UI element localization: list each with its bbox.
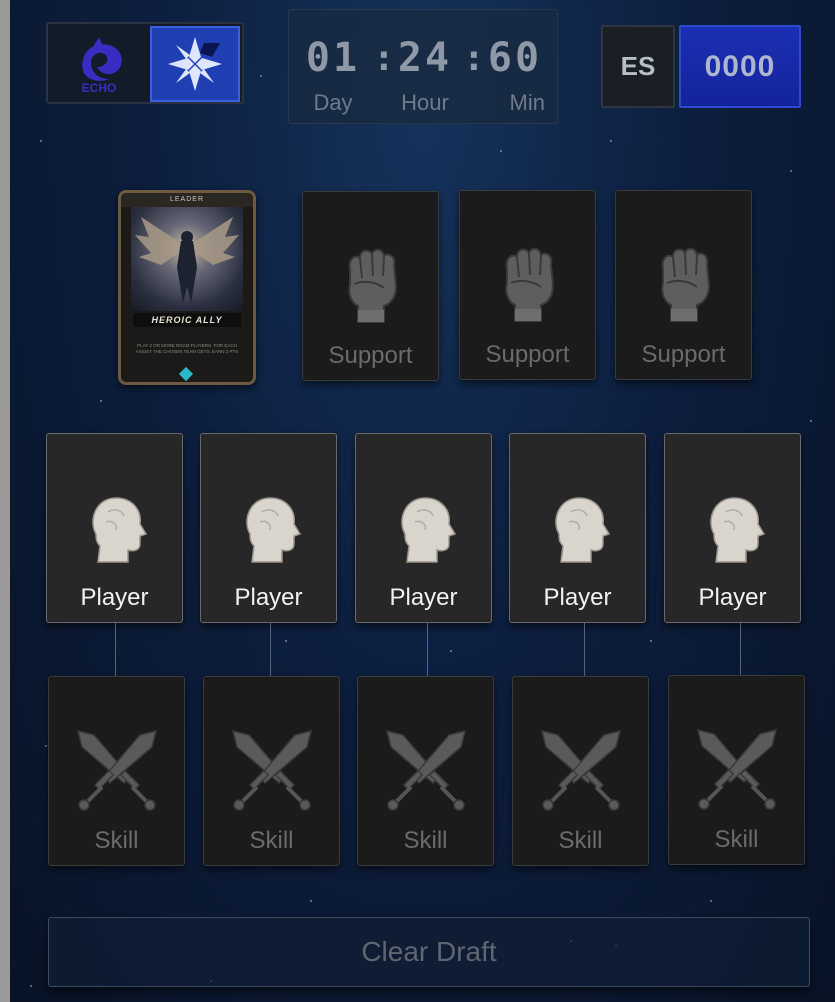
player-slot[interactable]: Player: [200, 433, 337, 623]
player-slot[interactable]: Player: [509, 433, 646, 623]
timer-hour-label: Hour: [401, 90, 449, 115]
player-slot-label: Player: [234, 584, 303, 611]
language-button[interactable]: ES: [601, 25, 675, 108]
player-slot-label: Player: [80, 584, 149, 611]
timer-separator: :: [373, 38, 395, 79]
svg-text:ECHO: ECHO: [82, 81, 117, 95]
head-icon: [47, 494, 182, 564]
leader-card-art: [131, 207, 243, 311]
team-logo[interactable]: [150, 26, 240, 102]
skill-slot-label: Skill: [403, 827, 448, 854]
player-skill-connector: [270, 623, 271, 676]
player-skill-connector: [115, 623, 116, 676]
skill-slot[interactable]: Skill: [48, 676, 185, 866]
support-slot-label: Support: [328, 342, 413, 369]
timer-hour-value: 24: [397, 35, 453, 81]
player-skill-connector: [740, 623, 741, 676]
fist-icon: [460, 241, 595, 325]
crossed-swords-icon: [513, 727, 648, 813]
player-skill-connector: [427, 623, 428, 676]
skill-slot-label: Skill: [94, 827, 139, 854]
player-slot[interactable]: Player: [355, 433, 492, 623]
skill-slot[interactable]: Skill: [357, 676, 494, 866]
echo-orca-logo-icon: ECHO: [82, 37, 122, 95]
timer-min-label: Min: [509, 90, 545, 115]
player-slot-label: Player: [543, 584, 612, 611]
countdown-timer: 01 Day : 24 Hour : 60 Min: [288, 9, 558, 124]
skill-slot[interactable]: Skill: [668, 675, 805, 865]
fist-icon: [303, 242, 438, 326]
player-slot[interactable]: Player: [46, 433, 183, 623]
player-slot-label: Player: [389, 584, 458, 611]
crossed-swords-icon: [358, 727, 493, 813]
left-rail: [0, 0, 10, 1002]
timer-min-value: 60: [487, 35, 543, 81]
leader-card-label: LEADER: [121, 193, 253, 207]
winged-hero-image: [135, 217, 239, 303]
fist-icon: [616, 241, 751, 325]
crossed-swords-icon: [669, 726, 804, 812]
team-star-logo-icon: [168, 37, 222, 91]
player-slot-label: Player: [698, 584, 767, 611]
support-slot-label: Support: [641, 341, 726, 368]
clear-draft-button[interactable]: Clear Draft: [48, 917, 810, 987]
echo-logo: ECHO: [52, 28, 146, 100]
timer-day-value: 01: [305, 35, 361, 81]
gem-icon: [178, 366, 194, 382]
skill-slot[interactable]: Skill: [512, 676, 649, 866]
head-icon: [510, 494, 645, 564]
crossed-swords-icon: [49, 727, 184, 813]
support-slot[interactable]: Support: [615, 190, 752, 380]
leader-card-description: PLAY 2 OR MORE ROAM PLAYERS. FOR EACH AS…: [135, 343, 239, 354]
timer-day-label: Day: [313, 90, 353, 115]
skill-slot-label: Skill: [249, 827, 294, 854]
head-icon: [201, 494, 336, 564]
points-counter: 0000: [679, 25, 801, 108]
crossed-swords-icon: [204, 727, 339, 813]
support-slot-label: Support: [485, 341, 570, 368]
player-slot[interactable]: Player: [664, 433, 801, 623]
support-slot[interactable]: Support: [302, 191, 439, 381]
support-slot[interactable]: Support: [459, 190, 596, 380]
head-icon: [665, 494, 800, 564]
skill-slot[interactable]: Skill: [203, 676, 340, 866]
skill-slot-label: Skill: [714, 826, 759, 853]
timer-min: 60 Min: [485, 10, 545, 116]
timer-day: 01 Day: [305, 10, 361, 116]
timer-hour: 24 Hour: [395, 10, 455, 116]
head-icon: [356, 494, 491, 564]
timer-separator: :: [463, 38, 485, 79]
player-skill-connector: [584, 623, 585, 676]
brand-logos: ECHO: [46, 22, 244, 104]
skill-slot-label: Skill: [558, 827, 603, 854]
leader-card-name: HEROIC ALLY: [133, 313, 241, 327]
leader-card[interactable]: LEADER HEROIC ALLY PLAY 2 OR MORE ROAM P…: [118, 190, 256, 385]
